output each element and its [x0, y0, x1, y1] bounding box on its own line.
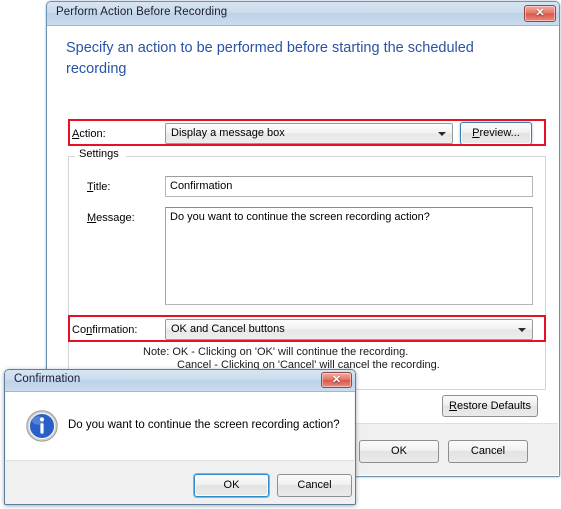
confirmation-dialog-body: Do you want to continue the screen recor… [6, 392, 354, 460]
confirmation-combobox-value: OK and Cancel buttons [171, 323, 285, 335]
confirmation-ok-button[interactable]: OK [194, 474, 269, 497]
title-input[interactable]: Confirmation [165, 176, 533, 197]
main-window-titlebar[interactable]: Perform Action Before Recording ✕ [47, 2, 559, 26]
restore-defaults-button[interactable]: Restore Defaults [442, 395, 538, 417]
close-icon: ✕ [331, 374, 342, 386]
action-label: Action: [72, 128, 106, 140]
main-window-title: Perform Action Before Recording [56, 6, 228, 18]
message-textarea[interactable]: Do you want to continue the screen recor… [165, 207, 533, 305]
message-textarea-value: Do you want to continue the screen recor… [170, 211, 430, 223]
message-label: Message: [87, 212, 135, 224]
groupbox-border-right [126, 156, 546, 157]
chevron-down-icon [518, 328, 526, 332]
confirmation-dialog-message: Do you want to continue the screen recor… [68, 419, 340, 431]
confirmation-dialog-button-bar: OK Cancel [6, 460, 354, 503]
confirmation-label: Confirmation: [72, 324, 138, 336]
confirmation-combobox[interactable]: OK and Cancel buttons [165, 319, 533, 340]
info-icon [26, 410, 58, 442]
close-button[interactable]: ✕ [524, 5, 556, 22]
note-line-1: Note: OK - Clicking on 'OK' will continu… [143, 346, 409, 358]
close-icon: ✕ [535, 7, 545, 19]
chevron-down-icon [438, 132, 446, 136]
preview-button[interactable]: Preview... [460, 122, 532, 145]
title-label: Title: [87, 181, 111, 193]
confirmation-cancel-button[interactable]: Cancel [277, 474, 352, 497]
title-input-value: Confirmation [170, 180, 233, 192]
confirmation-dialog-titlebar[interactable]: Confirmation ✕ [5, 370, 355, 392]
action-combobox[interactable]: Display a message box [165, 123, 453, 144]
page-title: Specify an action to be performed before… [66, 40, 474, 77]
cancel-button[interactable]: Cancel [448, 440, 528, 463]
confirmation-close-button[interactable]: ✕ [321, 372, 352, 388]
action-combobox-value: Display a message box [171, 127, 285, 139]
confirmation-dialog: Confirmation ✕ Do you want to continue t… [4, 369, 356, 505]
confirmation-dialog-title: Confirmation [14, 373, 81, 385]
settings-groupbox-legend: Settings [75, 148, 123, 160]
ok-button[interactable]: OK [359, 440, 439, 463]
